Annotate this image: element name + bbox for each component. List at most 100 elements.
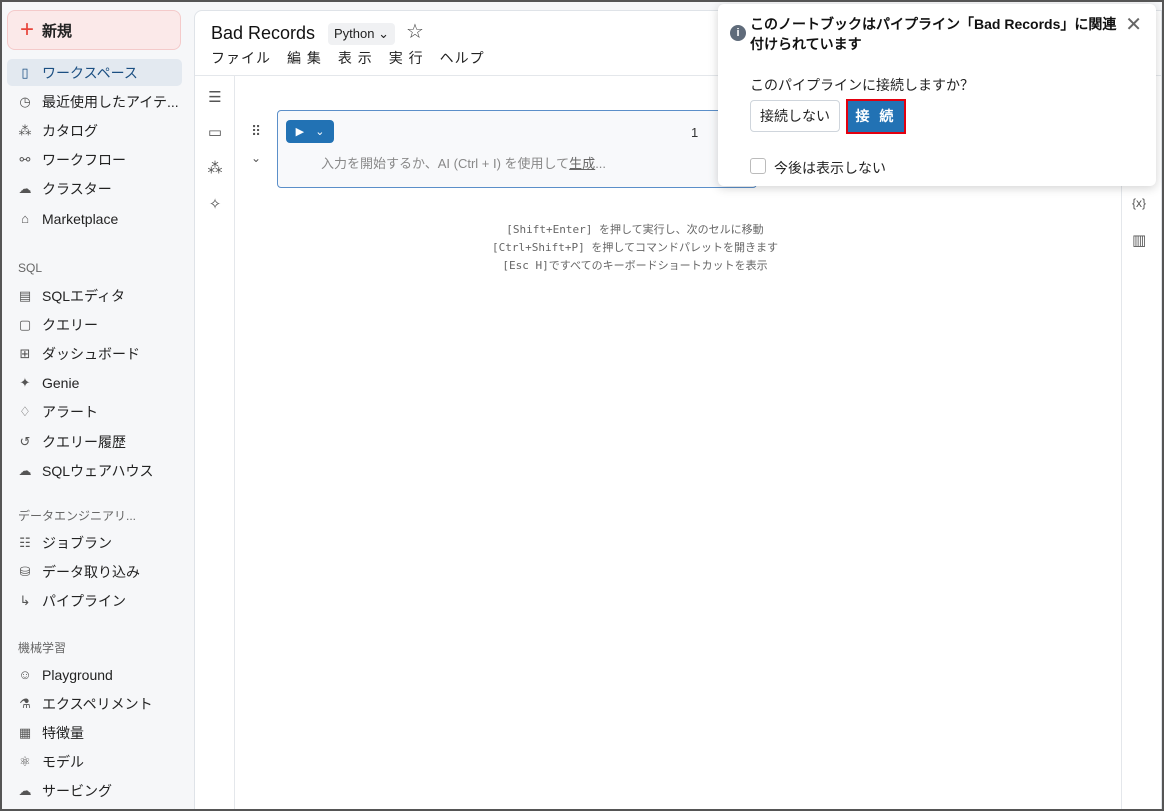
sidebar-item[interactable]: ⛁ データ取り込み	[7, 558, 182, 585]
bell-icon: ♢	[19, 404, 31, 420]
sidebar-section-header: 機械学習	[18, 641, 67, 655]
sidebar-item[interactable]: ☺ Playground	[7, 661, 182, 688]
sidebar-item[interactable]: ⚗ エクスペリメント	[7, 690, 182, 717]
menu-help[interactable]: ヘルプ	[440, 48, 485, 68]
language-label: Python	[334, 26, 375, 41]
chart-icon[interactable]: ▥	[1132, 231, 1146, 249]
store-icon: ⌂	[21, 211, 29, 226]
menu-view[interactable]: 表 示	[338, 48, 373, 68]
sidebar-item[interactable]: ⌂ Marketplace	[7, 205, 182, 232]
sidebar-item[interactable]: ↺ クエリー履歴	[7, 428, 182, 455]
dont-connect-button[interactable]: 接続しない	[750, 100, 840, 132]
sidebar-item[interactable]: ▦ 特徴量	[7, 719, 182, 746]
cell-number: 1	[691, 125, 699, 140]
sidebar-item-label: サービング	[42, 783, 112, 800]
left-rail: ☰ ▭ ⁂ ✧	[195, 76, 235, 809]
history-icon: ↺	[19, 433, 31, 449]
sidebar-item[interactable]: ☷ ジョブラン	[7, 529, 182, 556]
sql-editor-icon: ▤	[18, 287, 32, 303]
sidebar-item-label: SQLウェアハウス	[42, 462, 154, 479]
genie-icon: ✦	[19, 375, 31, 391]
dont-show-label[interactable]: 今後は表示しない	[774, 158, 886, 178]
pipeline-icon: ↳	[19, 592, 31, 608]
cloud-icon: ☁	[18, 181, 32, 197]
language-selector[interactable]: Python ⌄	[328, 23, 396, 45]
sidebar-item-label: ワークフロー	[42, 152, 126, 169]
sidebar-item-label: パイプライン	[42, 592, 126, 609]
sidebar-item[interactable]: ♢ アラート	[7, 399, 182, 426]
close-icon[interactable]: ✕	[1125, 12, 1142, 37]
sidebar-item-label: SQLエディタ	[42, 287, 126, 304]
sidebar-item[interactable]: ☁ サービング	[7, 778, 182, 805]
chevron-down-icon: ⌄	[378, 26, 390, 41]
sidebar-item-label: Playground	[42, 666, 113, 683]
sidebar-item-label: データ取り込み	[42, 563, 140, 580]
sidebar-item-label: ジョブラン	[42, 534, 112, 551]
sidebar-item-label: Genie	[42, 375, 80, 392]
hint: [Esc H]ですべてのキーボードショートカットを表示	[502, 259, 768, 272]
sidebar-item[interactable]: ✦ Genie	[7, 370, 182, 397]
menu-run[interactable]: 実 行	[389, 48, 424, 68]
run-cell-button[interactable]: ▶ ⌄	[286, 120, 334, 143]
sidebar-item-label: ワークスペース	[42, 64, 138, 81]
sidebar-item[interactable]: ⁂ カタログ	[7, 117, 182, 144]
cell-placeholder[interactable]: 入力を開始するか、AI (Ctrl + I) を使用して生成...	[321, 153, 606, 172]
serving-icon: ☁	[18, 783, 32, 799]
sidebar-item[interactable]: ▯ ワークスペース	[7, 59, 182, 86]
dont-show-checkbox[interactable]	[750, 158, 766, 174]
sidebar-item-label: クエリー	[42, 316, 98, 333]
sidebar-item-label: ダッシュボード	[42, 345, 140, 362]
placeholder-text: 入力を開始するか、AI (Ctrl + I) を使用して	[321, 156, 570, 171]
sidebar-item-label: モデル	[42, 754, 84, 771]
clock-icon: ◷	[19, 93, 31, 109]
sidebar-item[interactable]: ▢ クエリー	[7, 311, 182, 338]
sidebar-item[interactable]: ⚛ モデル	[7, 749, 182, 776]
playground-icon: ☺	[18, 667, 32, 682]
sidebar-item[interactable]: ↳ パイプライン	[7, 587, 182, 614]
plus-icon: +	[20, 16, 35, 43]
sidebar-item-label: エクスペリメント	[42, 695, 153, 712]
menu-edit[interactable]: 編 集	[287, 48, 322, 68]
assistant-icon[interactable]: ✧	[206, 195, 224, 213]
drag-handle-icon[interactable]: ⠿	[251, 123, 261, 140]
sidebar-item-label: カタログ	[42, 122, 98, 139]
popup-question: このパイプラインに接続しますか？	[750, 77, 974, 93]
sidebar-item[interactable]: ☁ SQLウェアハウス	[7, 457, 182, 484]
chevron-down-icon: ⌄	[315, 126, 325, 138]
variables-icon[interactable]: {x}	[1132, 196, 1146, 210]
generate-link[interactable]: 生成	[569, 156, 595, 171]
job-runs-icon: ☷	[19, 534, 31, 550]
sidebar-item-label: 特徴量	[42, 724, 84, 741]
sidebar-item[interactable]: ▤ SQLエディタ	[7, 282, 182, 309]
workflow-icon: ⚯	[19, 152, 31, 168]
code-cell[interactable]: ▶ ⌄ 入力を開始するか、AI (Ctrl + I) を使用して生成...	[277, 110, 757, 188]
sidebar: + 新規 ▯ ワークスペース ◷ 最近使用したアイテ... ⁂ カタログ ⚯ ワークフロー ☁ クラ…	[2, 2, 194, 809]
sidebar-item[interactable]: ⊞ ダッシュボード	[7, 340, 182, 367]
notebook-icon: ▯	[21, 64, 29, 80]
folder-icon[interactable]: ▭	[206, 123, 224, 141]
connect-button[interactable]: 接 続	[846, 99, 906, 134]
sidebar-item-label: クエリー履歴	[42, 433, 126, 450]
new-button[interactable]: + 新規	[7, 10, 181, 50]
menu-file[interactable]: ファイル	[211, 48, 271, 68]
sidebar-item[interactable]: ⚯ ワークフロー	[7, 147, 182, 174]
sidebar-item[interactable]: ☁ クラスター	[7, 176, 182, 203]
play-icon: ▶	[295, 126, 305, 138]
catalog-icon: ⁂	[18, 122, 32, 138]
placeholder-ellipsis: ...	[595, 156, 607, 171]
star-icon[interactable]: ☆	[406, 19, 424, 44]
pipeline-connect-popup: i このノートブックはパイプライン「Bad Records」に関連付けられていま…	[718, 4, 1156, 186]
sidebar-item[interactable]: ◷ 最近使用したアイテ...	[7, 88, 182, 115]
sidebar-section-header: データエンジニアリ...	[18, 509, 137, 523]
info-icon: i	[730, 25, 746, 41]
toc-icon[interactable]: ☰	[206, 88, 224, 106]
menu-bar: ファイル 編 集 表 示 実 行 ヘルプ	[211, 48, 485, 68]
dashboard-icon: ⊞	[19, 345, 31, 361]
collapse-chevron-icon[interactable]: ⌄	[251, 151, 261, 165]
ingest-icon: ⛁	[19, 563, 31, 579]
keyboard-hints: [Shift+Enter] を押して実行し、次のセルに移動 [Ctrl+Shif…	[395, 221, 875, 275]
hint: [Ctrl+Shift+P] を押してコマンドパレットを開きます	[491, 241, 778, 254]
notebook-title[interactable]: Bad Records	[211, 23, 315, 44]
catalog-icon[interactable]: ⁂	[206, 159, 224, 177]
sidebar-item-label: クラスター	[42, 181, 112, 198]
